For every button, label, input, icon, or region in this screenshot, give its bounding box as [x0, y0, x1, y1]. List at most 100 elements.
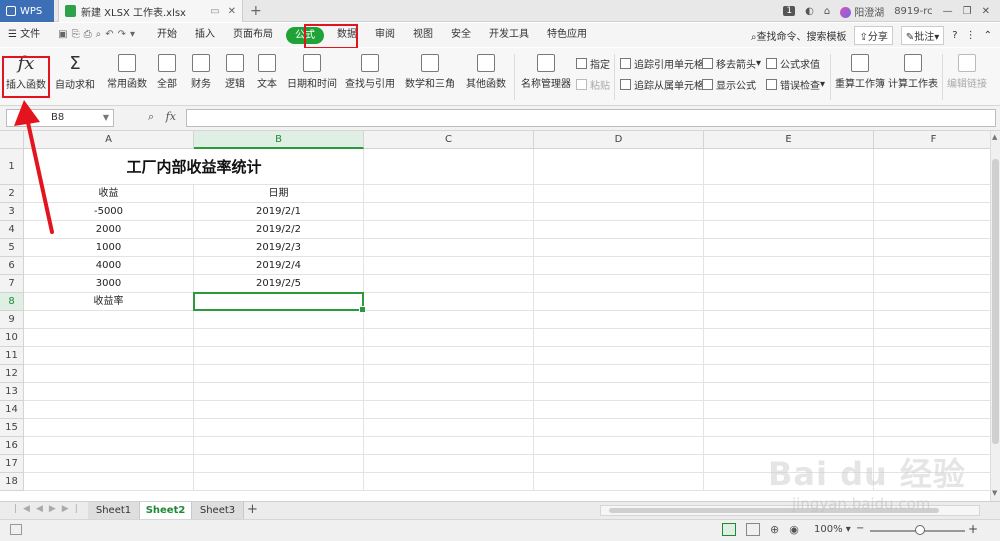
vertical-scrollbar[interactable]: ▲ ▼ [990, 131, 1000, 501]
cell-d1[interactable] [534, 149, 704, 185]
scroll-down-icon[interactable]: ▼ [992, 489, 997, 497]
common-functions-button[interactable]: 常用函数 [104, 52, 150, 90]
calc-sheet-button[interactable]: 计算工作表 [888, 52, 938, 90]
user-chip[interactable]: 阳澄湖 [840, 4, 884, 19]
row-header-17[interactable]: 17 [0, 455, 24, 473]
cell-b14[interactable] [194, 401, 364, 419]
menu-security[interactable]: 安全 [442, 23, 480, 47]
cell-e12[interactable] [704, 365, 874, 383]
text-functions-button[interactable]: 文本 [252, 52, 282, 90]
page-break-view-icon[interactable] [746, 523, 760, 536]
lookup-button[interactable]: 查找与引用 [344, 52, 396, 90]
share-button[interactable]: ⇪分享 [854, 25, 893, 45]
edit-links-button[interactable]: 编辑链接 [946, 52, 988, 90]
fx-icon[interactable]: fx [166, 110, 176, 123]
row-header-12[interactable]: 12 [0, 365, 24, 383]
cell-a2[interactable]: 收益 [24, 185, 194, 203]
scroll-up-icon[interactable]: ▲ [992, 133, 997, 141]
cell-c13[interactable] [364, 383, 534, 401]
cell-e8[interactable] [704, 293, 874, 311]
cell-e3[interactable] [704, 203, 874, 221]
row-header-7[interactable]: 7 [0, 275, 24, 293]
cell-b3[interactable]: 2019/2/1 [194, 203, 364, 221]
row-header-8[interactable]: 8 [0, 293, 24, 311]
cell-e6[interactable] [704, 257, 874, 275]
zoom-lookup-icon[interactable]: ⌕ [148, 110, 154, 123]
cell-e1[interactable] [704, 149, 874, 185]
cell-f15[interactable] [874, 419, 990, 437]
name-manager-button[interactable]: 名称管理器 [520, 52, 572, 90]
recalc-workbook-button[interactable]: 重算工作簿 [834, 52, 886, 90]
cell-d4[interactable] [534, 221, 704, 239]
collapse-ribbon-icon[interactable]: ⌃ [984, 30, 992, 41]
eye-protection-icon[interactable]: ◉ [789, 523, 799, 536]
cell-e15[interactable] [704, 419, 874, 437]
sheet-tab-sheet2[interactable]: Sheet2 [140, 502, 192, 520]
cell-f10[interactable] [874, 329, 990, 347]
cell-f11[interactable] [874, 347, 990, 365]
cell-c14[interactable] [364, 401, 534, 419]
cell-f5[interactable] [874, 239, 990, 257]
cell-e14[interactable] [704, 401, 874, 419]
cell-d14[interactable] [534, 401, 704, 419]
cell-c15[interactable] [364, 419, 534, 437]
more-icon[interactable]: ⋮ [966, 30, 976, 41]
financial-button[interactable]: 财务 [186, 52, 216, 90]
menu-review[interactable]: 审阅 [366, 23, 404, 47]
row-header-3[interactable]: 3 [0, 203, 24, 221]
row-header-4[interactable]: 4 [0, 221, 24, 239]
cell-a17[interactable] [24, 455, 194, 473]
menu-home[interactable]: 开始 [148, 23, 186, 47]
cell-c6[interactable] [364, 257, 534, 275]
cell-e2[interactable] [704, 185, 874, 203]
cell-c9[interactable] [364, 311, 534, 329]
menu-page-layout[interactable]: 页面布局 [224, 23, 282, 47]
cell-d15[interactable] [534, 419, 704, 437]
cell-b13[interactable] [194, 383, 364, 401]
sheet-nav-arrows[interactable]: |◀◀▶▶| [14, 504, 84, 514]
normal-view-icon[interactable] [722, 523, 736, 536]
row-header-18[interactable]: 18 [0, 473, 24, 491]
trace-precedents-button[interactable]: 追踪引用单元格 [620, 56, 704, 71]
column-header-a[interactable]: A [24, 131, 194, 149]
cell-f2[interactable] [874, 185, 990, 203]
cell-f17[interactable] [874, 455, 990, 473]
cell-c18[interactable] [364, 473, 534, 491]
cell-a16[interactable] [24, 437, 194, 455]
row-header-6[interactable]: 6 [0, 257, 24, 275]
cell-e11[interactable] [704, 347, 874, 365]
column-header-d[interactable]: D [534, 131, 704, 149]
cell-c8[interactable] [364, 293, 534, 311]
menu-file[interactable]: ☰ 文件 [0, 23, 49, 47]
vertical-scroll-thumb[interactable] [992, 159, 999, 444]
cell-d17[interactable] [534, 455, 704, 473]
cell-e7[interactable] [704, 275, 874, 293]
cell-d7[interactable] [534, 275, 704, 293]
sheet-status-icon[interactable] [10, 524, 22, 535]
cell-a10[interactable] [24, 329, 194, 347]
menu-view[interactable]: 视图 [404, 23, 442, 47]
zoom-level[interactable]: 100% ▾ [814, 524, 851, 535]
cell-f12[interactable] [874, 365, 990, 383]
shirt-icon[interactable]: ⌂ [824, 6, 830, 17]
cell-a7[interactable]: 3000 [24, 275, 194, 293]
cell-a18[interactable] [24, 473, 194, 491]
cell-b12[interactable] [194, 365, 364, 383]
row-header-15[interactable]: 15 [0, 419, 24, 437]
monitor-icon[interactable]: ▭ [210, 6, 219, 17]
cell-f7[interactable] [874, 275, 990, 293]
cell-a15[interactable] [24, 419, 194, 437]
cell-f6[interactable] [874, 257, 990, 275]
cell-c17[interactable] [364, 455, 534, 473]
row-header-16[interactable]: 16 [0, 437, 24, 455]
row-header-13[interactable]: 13 [0, 383, 24, 401]
cell-d2[interactable] [534, 185, 704, 203]
cell-b16[interactable] [194, 437, 364, 455]
cell-d18[interactable] [534, 473, 704, 491]
cell-c10[interactable] [364, 329, 534, 347]
cell-c12[interactable] [364, 365, 534, 383]
datetime-button[interactable]: 日期和时间 [286, 52, 338, 90]
cell-d12[interactable] [534, 365, 704, 383]
cell-b5[interactable]: 2019/2/3 [194, 239, 364, 257]
minimize-icon[interactable]: — [943, 6, 953, 17]
